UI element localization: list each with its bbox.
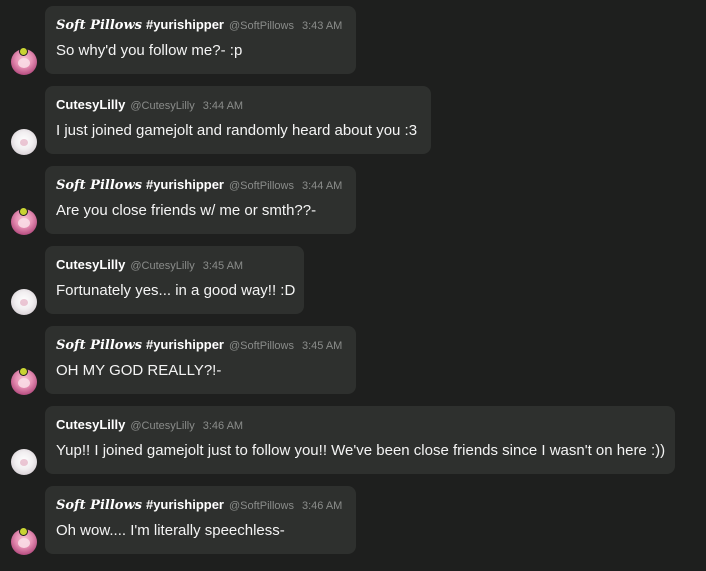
author-name[interactable]: Soft Pillows <box>56 178 142 193</box>
message-text: So why'd you follow me?- :p <box>56 42 243 59</box>
message-text: Yup!! I joined gamejolt just to follow y… <box>56 442 666 459</box>
online-badge-icon <box>19 47 28 56</box>
author-name[interactable]: Soft Pillows <box>56 498 142 513</box>
message-time: 3:44 AM <box>301 180 343 192</box>
message-time: 3:45 AM <box>202 260 244 272</box>
author-tag[interactable]: #yurishipper <box>146 337 224 352</box>
author-handle[interactable]: @CutesyLilly <box>130 420 194 432</box>
white-anime-avatar-icon[interactable] <box>11 129 37 155</box>
chat-log: Soft Pillows #yurishipper @SoftPillows 3… <box>0 0 706 571</box>
message-text: Oh wow.... I'm literally speechless- <box>56 522 285 539</box>
message-bubble: Soft Pillows #yurishipper @SoftPillows 3… <box>45 166 356 234</box>
message-text: OH MY GOD REALLY?!- <box>56 362 222 379</box>
message-bubble: CutesyLilly @CutesyLilly 3:45 AM Fortuna… <box>45 246 304 314</box>
author-handle[interactable]: @CutesyLilly <box>130 260 194 272</box>
message-time: 3:46 AM <box>301 500 343 512</box>
author-handle[interactable]: @SoftPillows <box>229 500 294 512</box>
message-time: 3:43 AM <box>301 20 343 32</box>
white-anime-avatar-icon[interactable] <box>11 289 37 315</box>
message-bubble: Soft Pillows #yurishipper @SoftPillows 3… <box>45 326 356 394</box>
author-name[interactable]: CutesyLilly <box>56 97 125 112</box>
author-tag[interactable]: #yurishipper <box>146 177 224 192</box>
author-tag[interactable]: #yurishipper <box>146 497 224 512</box>
author-name[interactable]: Soft Pillows <box>56 18 142 33</box>
author-handle[interactable]: @SoftPillows <box>229 180 294 192</box>
message-text: Are you close friends w/ me or smth??- <box>56 202 317 219</box>
message-time: 3:45 AM <box>301 340 343 352</box>
author-name[interactable]: Soft Pillows <box>56 338 142 353</box>
message-time: 3:44 AM <box>202 100 244 112</box>
author-handle[interactable]: @SoftPillows <box>229 20 294 32</box>
online-badge-icon <box>19 367 28 376</box>
message-time: 3:46 AM <box>202 420 244 432</box>
author-name[interactable]: CutesyLilly <box>56 417 125 432</box>
message-text: I just joined gamejolt and randomly hear… <box>56 122 418 139</box>
message-text: Fortunately yes... in a good way!! :D <box>56 282 296 299</box>
author-handle[interactable]: @SoftPillows <box>229 340 294 352</box>
online-badge-icon <box>19 527 28 536</box>
message-bubble: CutesyLilly @CutesyLilly 3:46 AM Yup!! I… <box>45 406 675 474</box>
message-bubble: Soft Pillows #yurishipper @SoftPillows 3… <box>45 486 356 554</box>
message-bubble: Soft Pillows #yurishipper @SoftPillows 3… <box>45 6 356 74</box>
author-handle[interactable]: @CutesyLilly <box>130 100 194 112</box>
author-name[interactable]: CutesyLilly <box>56 257 125 272</box>
online-badge-icon <box>19 207 28 216</box>
author-tag[interactable]: #yurishipper <box>146 17 224 32</box>
white-anime-avatar-icon[interactable] <box>11 449 37 475</box>
message-bubble: CutesyLilly @CutesyLilly 3:44 AM I just … <box>45 86 431 154</box>
